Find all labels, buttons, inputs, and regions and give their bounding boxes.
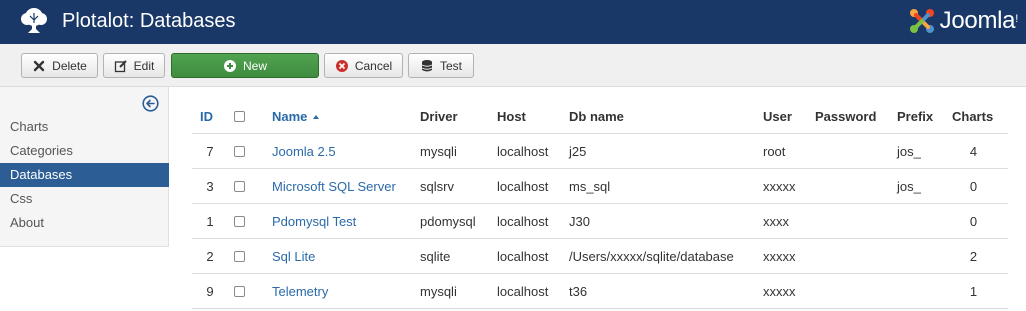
cancel-button-label: Cancel	[354, 58, 393, 73]
row-charts: 0	[969, 178, 978, 194]
delete-button-label: Delete	[52, 58, 87, 73]
joomla-logo-icon	[909, 9, 934, 33]
table-row: 2 Sql Lite sqlite localhost /Users/xxxxx…	[192, 239, 1008, 274]
row-name-link[interactable]: Microsoft SQL Server	[272, 169, 396, 203]
row-driver: mysqli	[420, 283, 457, 299]
column-header-name-label: Name	[272, 109, 308, 124]
row-db-name: ms_sql	[569, 178, 611, 194]
test-button[interactable]: Test	[408, 53, 474, 78]
sidebar: Charts Categories Databases Css About	[0, 87, 169, 247]
row-prefix: jos_	[897, 178, 921, 194]
row-checkbox-cell	[234, 134, 250, 168]
row-checkbox-cell	[234, 239, 250, 273]
joomla-wordmark: Joomla!	[939, 7, 1019, 34]
row-driver: sqlite	[420, 248, 451, 264]
row-host: localhost	[497, 283, 549, 299]
row-db-name: /Users/xxxxx/sqlite/database	[569, 248, 734, 264]
row-id: 7	[206, 143, 214, 159]
close-icon	[33, 60, 45, 71]
row-checkbox[interactable]	[234, 180, 245, 192]
row-charts: 2	[969, 248, 978, 264]
table-header: ID Name Driver Host Db name User Passwor…	[192, 100, 1008, 134]
row-user: xxxx	[763, 213, 789, 229]
row-id: 9	[206, 283, 214, 299]
row-id: 3	[206, 178, 214, 194]
row-checkbox[interactable]	[234, 215, 245, 227]
column-header-password: Password	[815, 109, 877, 124]
delete-button[interactable]: Delete	[21, 53, 98, 78]
row-checkbox[interactable]	[234, 285, 245, 297]
collapse-sidebar-icon[interactable]	[142, 95, 159, 112]
row-checkbox-cell	[234, 169, 250, 203]
column-header-prefix: Prefix	[897, 109, 934, 124]
joomla-brand[interactable]: Joomla!	[907, 3, 1018, 39]
row-user: xxxxx	[763, 248, 796, 264]
row-db-name: J30	[569, 213, 590, 229]
row-name-link[interactable]: Pdomysql Test	[272, 204, 356, 238]
row-name-link[interactable]: Sql Lite	[272, 239, 315, 273]
test-button-label: Test	[439, 58, 462, 73]
row-charts: 4	[969, 143, 978, 159]
table-row: 3 Microsoft SQL Server sqlsrv localhost …	[192, 169, 1008, 204]
select-all-checkbox-cell	[234, 100, 250, 133]
row-charts: 0	[969, 213, 978, 229]
table-row: 7 Joomla 2.5 mysqli localhost j25 root j…	[192, 134, 1008, 169]
joomla-wordmark-mark: !	[1015, 13, 1018, 25]
row-name-link[interactable]: Telemetry	[272, 274, 328, 308]
row-host: localhost	[497, 213, 549, 229]
page-title: Plotalot: Databases	[62, 10, 236, 32]
row-id: 1	[206, 213, 214, 229]
row-checkbox[interactable]	[234, 250, 245, 262]
row-charts: 1	[969, 283, 978, 299]
row-host: localhost	[497, 248, 549, 264]
row-checkbox[interactable]	[234, 145, 245, 157]
plus-circle-icon	[223, 59, 236, 72]
row-user: xxxxx	[763, 178, 796, 194]
table-row: 9 Telemetry mysqli localhost t36 xxxxx 1	[192, 274, 1008, 309]
sidebar-item-charts[interactable]: Charts	[0, 115, 169, 139]
new-button[interactable]: New	[171, 53, 319, 78]
edit-icon	[114, 59, 127, 72]
row-user: xxxxx	[763, 283, 796, 299]
table-row: 1 Pdomysql Test pdomysql localhost J30 x…	[192, 204, 1008, 239]
app-header: Plotalot: Databases Joomla!	[0, 0, 1026, 44]
sidebar-item-about[interactable]: About	[0, 211, 169, 235]
row-prefix: jos_	[897, 143, 921, 159]
sidebar-item-categories[interactable]: Categories	[0, 139, 169, 163]
column-header-user: User	[763, 109, 792, 124]
column-header-host: Host	[497, 109, 526, 124]
column-header-charts: Charts	[952, 109, 994, 124]
row-driver: mysqli	[420, 143, 457, 159]
row-id: 2	[206, 248, 214, 264]
row-checkbox-cell	[234, 204, 250, 238]
row-db-name: j25	[569, 143, 587, 159]
database-icon	[421, 59, 433, 71]
row-db-name: t36	[569, 283, 588, 299]
row-host: localhost	[497, 143, 549, 159]
column-header-driver: Driver	[420, 109, 458, 124]
column-header-db-name: Db name	[569, 109, 624, 124]
row-name-link[interactable]: Joomla 2.5	[272, 134, 336, 168]
row-user: root	[763, 143, 786, 159]
tree-icon	[21, 8, 47, 33]
select-all-checkbox[interactable]	[234, 111, 245, 122]
cancel-button[interactable]: Cancel	[324, 53, 403, 78]
column-header-name[interactable]: Name	[272, 100, 320, 133]
edit-button[interactable]: Edit	[103, 53, 165, 78]
new-button-label: New	[242, 58, 267, 73]
toolbar: Delete Edit New Cancel Test	[0, 44, 1026, 87]
edit-button-label: Edit	[133, 58, 155, 73]
sidebar-item-css[interactable]: Css	[0, 187, 169, 211]
sidebar-item-databases[interactable]: Databases	[0, 163, 169, 187]
row-driver: pdomysql	[420, 213, 476, 229]
cancel-circle-icon	[335, 59, 348, 72]
row-host: localhost	[497, 178, 549, 194]
column-header-id[interactable]: ID	[192, 100, 228, 133]
row-driver: sqlsrv	[420, 178, 454, 194]
row-checkbox-cell	[234, 274, 250, 308]
sort-ascending-icon	[313, 114, 320, 119]
